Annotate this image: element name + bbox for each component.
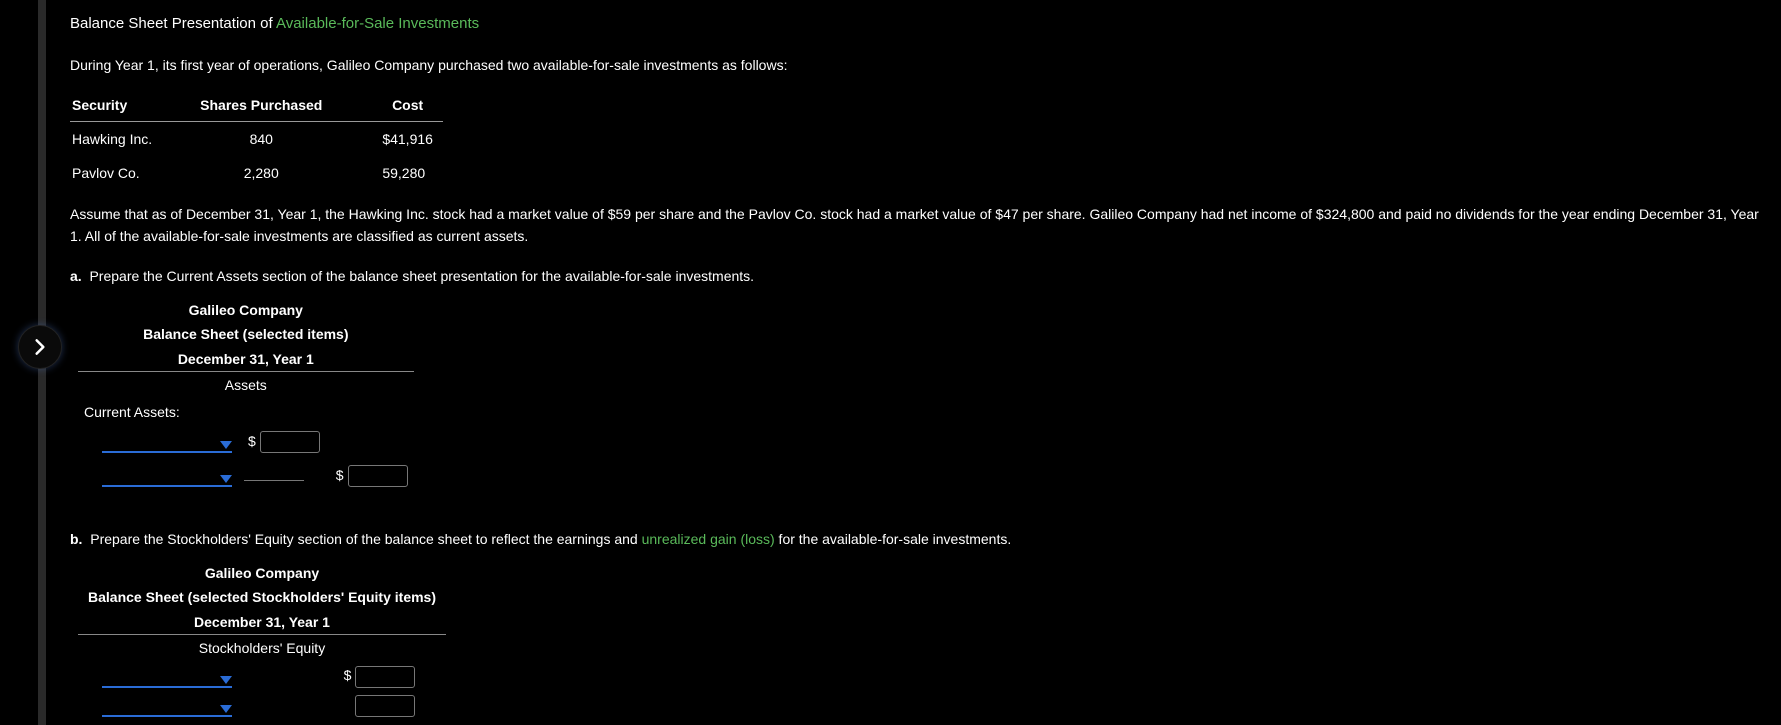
question-a-prompt: a. Prepare the Current Assets section of… <box>70 265 1771 287</box>
q-text: Prepare the Current Assets section of th… <box>89 268 754 284</box>
col-cost: Cost <box>342 90 443 121</box>
q-text-prefix: Prepare the Stockholders' Equity section… <box>90 531 641 547</box>
unrealized-gain-loss-link[interactable]: unrealized gain (loss) <box>642 531 775 547</box>
bs-title: Balance Sheet (selected items) <box>78 322 414 346</box>
dropdown-equity-item-1[interactable] <box>102 668 232 688</box>
cell-cost: $41,916 <box>342 121 443 156</box>
bs-section: Stockholders' Equity <box>78 634 446 661</box>
q-label: b. <box>70 531 82 547</box>
question-a: a. Prepare the Current Assets section of… <box>70 265 1771 490</box>
page-title: Balance Sheet Presentation of Available-… <box>70 12 1771 36</box>
bs-date: December 31, Year 1 <box>78 610 446 635</box>
cell-shares: 2,280 <box>180 156 342 190</box>
title-link[interactable]: Available-for-Sale Investments <box>276 15 479 32</box>
cell-shares: 840 <box>180 121 342 156</box>
chevron-down-icon <box>220 475 232 483</box>
purchases-table: Security Shares Purchased Cost Hawking I… <box>70 90 443 190</box>
bs-title: Balance Sheet (selected Stockholders' Eq… <box>78 585 446 609</box>
chevron-down-icon <box>220 676 232 684</box>
col-shares: Shares Purchased <box>180 90 342 121</box>
dollar-sign: $ <box>344 667 352 683</box>
chevron-down-icon <box>220 441 232 449</box>
title-prefix: Balance Sheet Presentation of <box>70 15 276 32</box>
cell-security: Pavlov Co. <box>70 156 180 190</box>
nav-next-button[interactable] <box>18 325 62 369</box>
question-b-prompt: b. Prepare the Stockholders' Equity sect… <box>70 528 1771 550</box>
dropdown-equity-item-2[interactable] <box>102 697 232 717</box>
balance-sheet-a: Galileo Company Balance Sheet (selected … <box>78 298 414 491</box>
current-assets-label: Current Assets: <box>78 398 414 426</box>
dollar-sign: $ <box>248 433 256 449</box>
equity-amount-input-2[interactable] <box>355 695 415 717</box>
bs-section: Assets <box>78 371 414 398</box>
assumption-text: Assume that as of December 31, Year 1, t… <box>70 203 1771 248</box>
q-label: a. <box>70 268 82 284</box>
cell-security: Hawking Inc. <box>70 121 180 156</box>
bs-company: Galileo Company <box>78 561 446 585</box>
chevron-down-icon <box>220 705 232 713</box>
table-row: Pavlov Co. 2,280 59,280 <box>70 156 443 190</box>
dropdown-line-item-2[interactable] <box>102 467 232 487</box>
bs-date: December 31, Year 1 <box>78 347 414 372</box>
col-security: Security <box>70 90 180 121</box>
cell-cost: 59,280 <box>342 156 443 190</box>
question-b: b. Prepare the Stockholders' Equity sect… <box>70 528 1771 720</box>
balance-sheet-b: Galileo Company Balance Sheet (selected … <box>78 561 446 720</box>
bs-company: Galileo Company <box>78 298 414 322</box>
equity-amount-input-1[interactable] <box>355 666 415 688</box>
amount-input-1[interactable] <box>260 431 320 453</box>
amount-input-2[interactable] <box>244 459 304 481</box>
chevron-right-icon <box>30 337 50 357</box>
dropdown-line-item-1[interactable] <box>102 433 232 453</box>
q-text-suffix: for the available-for-sale investments. <box>775 531 1012 547</box>
table-row: Hawking Inc. 840 $41,916 <box>70 121 443 156</box>
amount-total-input[interactable] <box>348 465 408 487</box>
content-area: Balance Sheet Presentation of Available-… <box>70 12 1771 725</box>
dollar-sign: $ <box>336 467 344 483</box>
intro-text: During Year 1, its first year of operati… <box>70 54 1771 76</box>
